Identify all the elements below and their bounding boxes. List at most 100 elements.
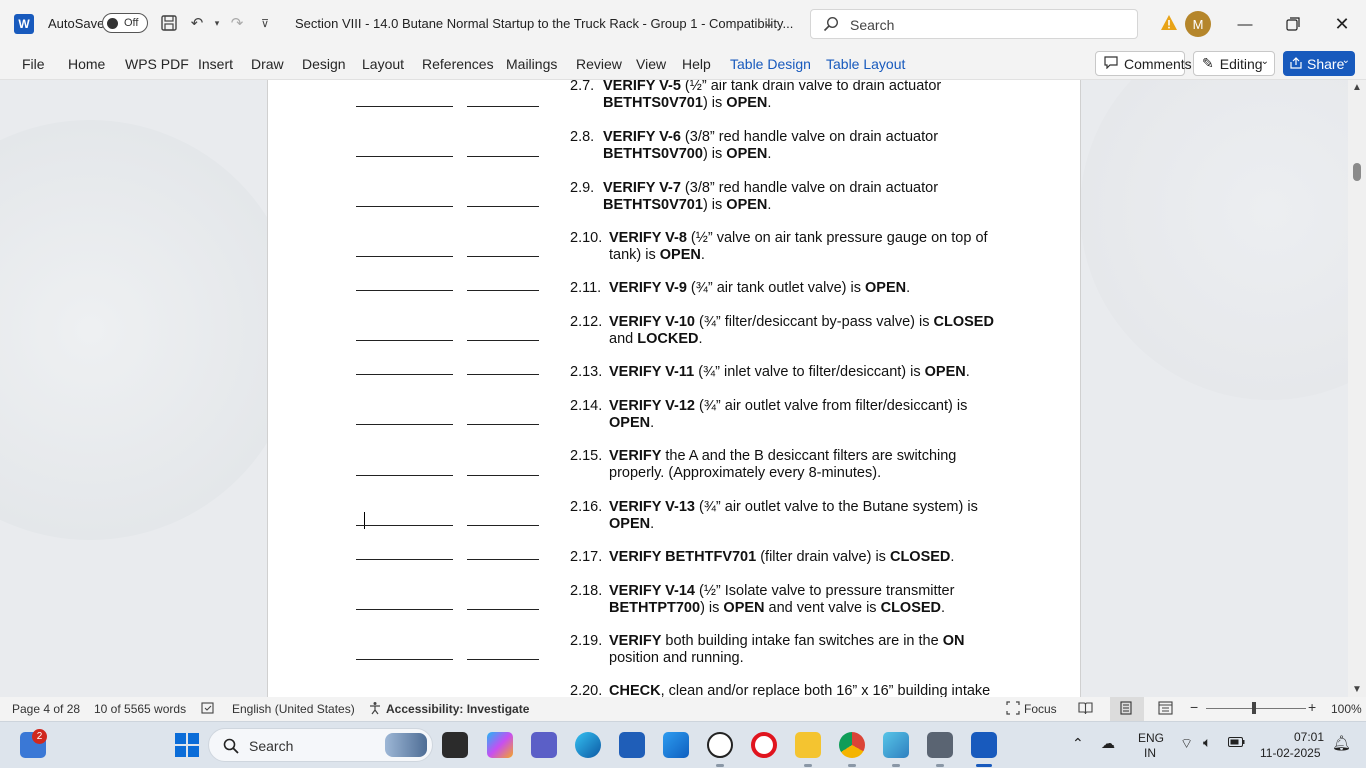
signature-line[interactable] (356, 475, 453, 476)
read-mode-icon[interactable] (1078, 701, 1093, 718)
tray-chevron-up-icon[interactable]: ⌃ (1072, 735, 1084, 752)
clock-date[interactable]: 11-02-2025 (1260, 746, 1321, 760)
tab-mailings[interactable]: Mailings (506, 56, 557, 72)
document-page[interactable]: 2.7. VERIFY V-5 (½” air tank drain valve … (267, 80, 1081, 697)
teams-icon[interactable] (531, 732, 557, 758)
signature-line[interactable] (467, 206, 539, 207)
signature-line[interactable] (467, 475, 539, 476)
onedrive-icon[interactable]: ☁ (1101, 735, 1115, 752)
signature-line[interactable] (467, 256, 539, 257)
tab-review[interactable]: Review (576, 56, 622, 72)
undo-icon[interactable]: ↶ (186, 12, 208, 34)
signature-line[interactable] (467, 659, 539, 660)
signature-line[interactable] (467, 559, 539, 560)
customize-quick-access-icon[interactable]: ⊽ (254, 12, 276, 34)
zoom-slider[interactable] (1206, 708, 1306, 709)
vertical-scrollbar[interactable]: ▲ ▼ (1348, 80, 1366, 697)
signature-line[interactable] (356, 106, 453, 107)
tab-design[interactable]: Design (302, 56, 346, 72)
warning-icon[interactable] (1160, 14, 1178, 32)
photos-icon[interactable] (883, 732, 909, 758)
tab-help[interactable]: Help (682, 56, 711, 72)
page-count[interactable]: Page 4 of 28 (12, 702, 80, 716)
scroll-up-icon[interactable]: ▲ (1352, 82, 1362, 93)
word-count[interactable]: 10 of 5565 words (94, 702, 186, 716)
edge-icon[interactable] (575, 732, 601, 758)
web-layout-icon[interactable] (1158, 701, 1173, 718)
tab-references[interactable]: References (422, 56, 494, 72)
signature-line[interactable] (356, 340, 453, 341)
notifications-icon[interactable]: 🔔︎ (1332, 734, 1351, 752)
language[interactable]: English (United States) (232, 702, 355, 716)
copilot-icon[interactable] (487, 732, 513, 758)
signature-line[interactable] (356, 609, 453, 610)
signature-line[interactable] (467, 290, 539, 291)
focus-button[interactable]: Focus (1024, 702, 1057, 716)
restore-icon[interactable] (1278, 10, 1308, 38)
signature-line[interactable] (356, 256, 453, 257)
zoom-in-icon[interactable]: + (1308, 699, 1316, 715)
undo-dropdown-icon[interactable]: ▾ (206, 12, 228, 34)
store-icon[interactable] (619, 732, 645, 758)
signature-line[interactable] (356, 559, 453, 560)
signature-line[interactable] (467, 340, 539, 341)
save-icon[interactable] (158, 12, 180, 34)
volume-icon[interactable]: 🔈︎ (1203, 734, 1211, 751)
signature-line[interactable] (356, 374, 453, 375)
zoom-level[interactable]: 100% (1331, 702, 1362, 716)
accessibility-status[interactable]: Accessibility: Investigate (386, 702, 529, 716)
signature-line[interactable] (467, 374, 539, 375)
input-language-line1[interactable]: ENG (1138, 731, 1164, 745)
file-explorer-icon[interactable] (795, 732, 821, 758)
tab-draw[interactable]: Draw (251, 56, 284, 72)
user-avatar[interactable]: M (1185, 11, 1211, 37)
proofing-icon[interactable] (201, 701, 215, 718)
tab-home[interactable]: Home (68, 56, 105, 72)
signature-line[interactable] (356, 290, 453, 291)
task-view-icon[interactable] (442, 732, 468, 758)
battery-icon[interactable] (1228, 736, 1245, 750)
scroll-down-icon[interactable]: ▼ (1352, 684, 1362, 695)
signature-line[interactable] (467, 106, 539, 107)
editing-mode-button[interactable]: ✎ Editing ⌄ (1193, 51, 1275, 76)
signature-line[interactable] (467, 525, 539, 526)
search-input[interactable]: Search (810, 9, 1138, 39)
signature-line[interactable] (356, 156, 453, 157)
taskbar-search-input[interactable]: Search (208, 728, 433, 762)
opera-icon[interactable] (751, 732, 777, 758)
word-app-icon[interactable]: W (14, 14, 34, 34)
autosave-toggle[interactable]: Off (102, 13, 148, 33)
document-canvas[interactable]: 2.7. VERIFY V-5 (½” air tank drain valve … (0, 80, 1348, 697)
signature-line[interactable] (467, 156, 539, 157)
tab-wps-pdf[interactable]: WPS PDF (125, 56, 189, 72)
signature-line[interactable] (467, 424, 539, 425)
minimize-icon[interactable]: — (1230, 10, 1260, 38)
tab-table-design[interactable]: Table Design (730, 56, 811, 72)
zoom-out-icon[interactable]: − (1190, 699, 1198, 715)
print-layout-icon[interactable] (1120, 701, 1132, 718)
scroll-thumb[interactable] (1353, 163, 1361, 181)
tab-table-layout[interactable]: Table Layout (826, 56, 905, 72)
title-chevron-down-icon[interactable]: ⌄ (758, 12, 780, 34)
tab-file[interactable]: File (22, 56, 45, 72)
tab-layout[interactable]: Layout (362, 56, 404, 72)
signature-line[interactable] (356, 659, 453, 660)
close-icon[interactable]: ✕ (1327, 10, 1357, 38)
input-language-line2[interactable]: IN (1144, 746, 1156, 760)
signature-line[interactable] (356, 525, 453, 526)
zoom-slider-thumb[interactable] (1252, 702, 1256, 714)
tab-view[interactable]: View (636, 56, 666, 72)
remote-desktop-icon[interactable] (927, 732, 953, 758)
comments-button[interactable]: Comments (1095, 51, 1192, 76)
start-icon[interactable] (174, 732, 200, 758)
word-taskbar-icon[interactable] (971, 732, 997, 758)
share-button[interactable]: Share ⌄ (1283, 51, 1355, 76)
clock-time[interactable]: 07:01 (1294, 730, 1324, 744)
dell-icon[interactable] (707, 732, 733, 758)
chrome-icon[interactable] (839, 732, 865, 758)
tab-insert[interactable]: Insert (198, 56, 233, 72)
signature-line[interactable] (356, 424, 453, 425)
wifi-icon[interactable]: ⌔ (1180, 735, 1193, 753)
signature-line[interactable] (467, 609, 539, 610)
power-automate-icon[interactable] (663, 732, 689, 758)
